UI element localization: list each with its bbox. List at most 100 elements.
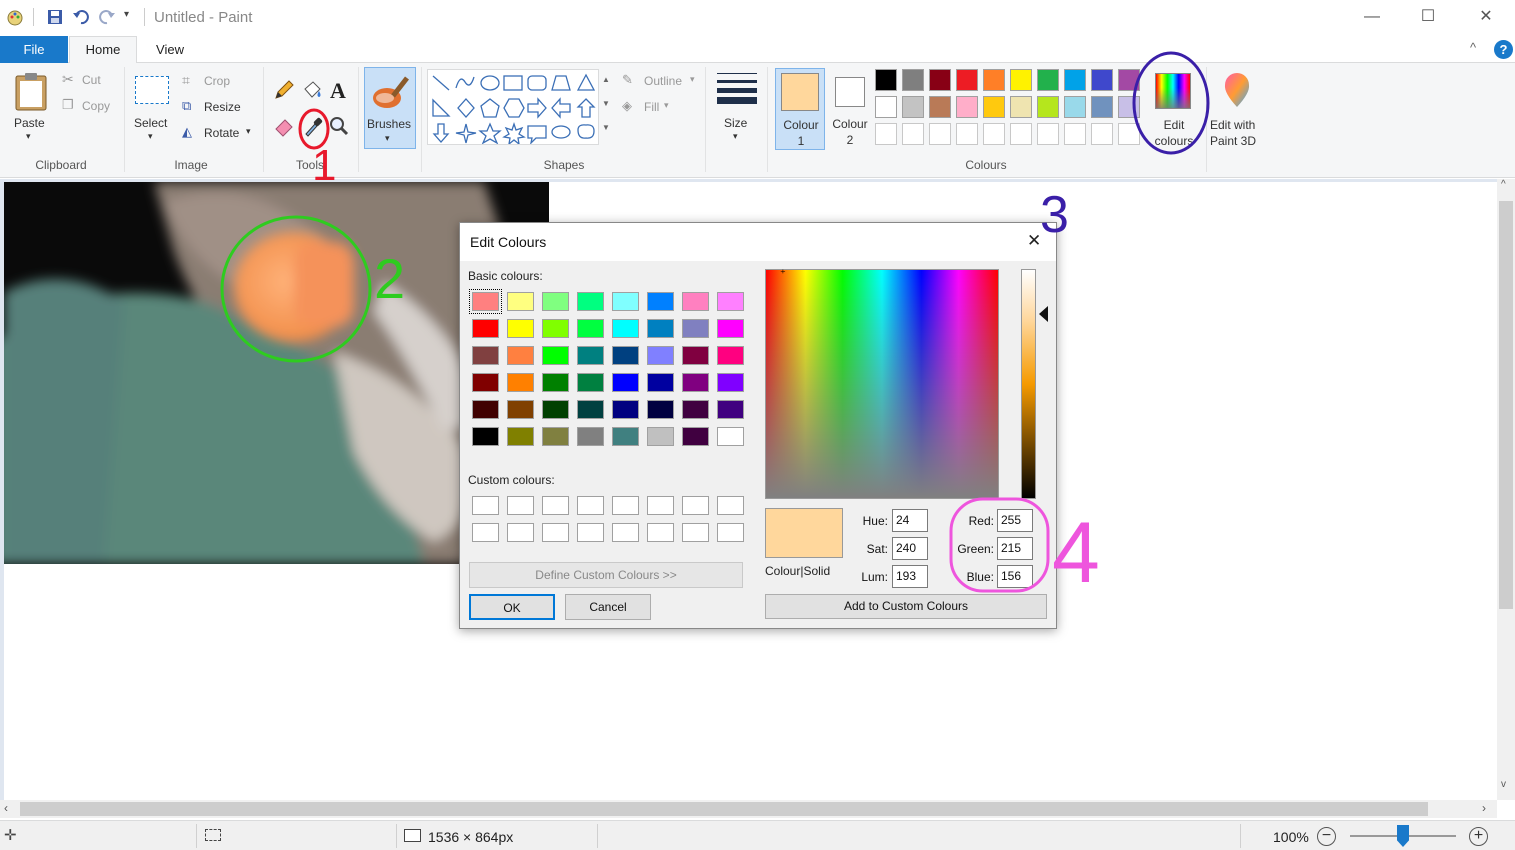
- custom-colour-swatch[interactable]: [717, 496, 744, 515]
- basic-colour-swatch[interactable]: [717, 400, 744, 419]
- horizontal-scrollbar[interactable]: ‹ ›: [0, 800, 1497, 818]
- basic-colour-swatch[interactable]: [507, 427, 534, 446]
- palette-empty-swatch[interactable]: [929, 123, 951, 145]
- basic-colour-swatch[interactable]: [577, 373, 604, 392]
- hue-input[interactable]: 24: [892, 509, 928, 532]
- dialog-close-icon[interactable]: ✕: [1027, 231, 1041, 251]
- fill-dropdown-icon[interactable]: ▾: [664, 100, 669, 111]
- palette-colour-swatch[interactable]: [1091, 96, 1113, 118]
- basic-colour-swatch[interactable]: [507, 373, 534, 392]
- basic-colour-swatch[interactable]: [472, 400, 499, 419]
- basic-colour-swatch[interactable]: [472, 346, 499, 365]
- basic-colour-swatch[interactable]: [647, 292, 674, 311]
- text-tool-icon[interactable]: A: [330, 78, 346, 104]
- basic-colour-swatch[interactable]: [682, 427, 709, 446]
- custom-colour-swatch[interactable]: [507, 496, 534, 515]
- magnifier-icon[interactable]: [329, 115, 349, 137]
- zoom-slider-thumb[interactable]: [1397, 825, 1409, 847]
- shapes-scroll[interactable]: ▲ ▼ ▼: [601, 73, 611, 141]
- scroll-right-icon[interactable]: ›: [1482, 801, 1486, 815]
- palette-empty-swatch[interactable]: [1064, 123, 1086, 145]
- basic-colour-swatch[interactable]: [577, 292, 604, 311]
- custom-colour-swatch[interactable]: [507, 523, 534, 542]
- lum-input[interactable]: 193: [892, 565, 928, 588]
- palette-colour-swatch[interactable]: [1037, 69, 1059, 91]
- basic-colour-swatch[interactable]: [577, 319, 604, 338]
- basic-colour-swatch[interactable]: [577, 346, 604, 365]
- select-dropdown-icon[interactable]: ▾: [148, 131, 153, 142]
- basic-colour-swatch[interactable]: [472, 319, 499, 338]
- basic-colour-swatch[interactable]: [647, 400, 674, 419]
- zoom-in-button[interactable]: +: [1469, 827, 1488, 846]
- custom-colour-swatch[interactable]: [682, 496, 709, 515]
- basic-colour-swatch[interactable]: [507, 319, 534, 338]
- custom-colour-swatch[interactable]: [542, 496, 569, 515]
- colour-picker-icon[interactable]: [303, 115, 323, 137]
- basic-colour-swatch[interactable]: [542, 346, 569, 365]
- vertical-scroll-thumb[interactable]: [1499, 201, 1513, 609]
- spectrum-crosshair-icon[interactable]: ⁺: [780, 267, 786, 280]
- palette-empty-swatch[interactable]: [983, 123, 1005, 145]
- shapes-gallery[interactable]: [427, 69, 599, 145]
- collapse-ribbon-icon[interactable]: ^: [1470, 40, 1476, 55]
- basic-colour-swatch[interactable]: [472, 427, 499, 446]
- shapes-icons[interactable]: [430, 72, 598, 144]
- basic-colour-swatch[interactable]: [647, 427, 674, 446]
- tab-home[interactable]: Home: [69, 36, 137, 64]
- custom-colour-swatch[interactable]: [717, 523, 744, 542]
- palette-colour-swatch[interactable]: [1010, 96, 1032, 118]
- palette-colour-swatch[interactable]: [929, 96, 951, 118]
- palette-colour-swatch[interactable]: [875, 96, 897, 118]
- eraser-icon[interactable]: [273, 115, 295, 137]
- custom-colour-swatch[interactable]: [472, 496, 499, 515]
- cancel-button[interactable]: Cancel: [565, 594, 651, 620]
- palette-empty-swatch[interactable]: [1091, 123, 1113, 145]
- shapes-scroll-down-icon[interactable]: ▼: [602, 99, 610, 108]
- rotate-dropdown-icon[interactable]: ▾: [246, 126, 251, 137]
- shapes-scroll-up-icon[interactable]: ▲: [602, 75, 610, 84]
- basic-colour-swatch[interactable]: [717, 427, 744, 446]
- tab-file[interactable]: File: [0, 36, 68, 63]
- palette-empty-swatch[interactable]: [875, 123, 897, 145]
- basic-colour-swatch[interactable]: [507, 292, 534, 311]
- basic-colour-swatch[interactable]: [612, 346, 639, 365]
- size-button[interactable]: Size ▾: [714, 69, 760, 147]
- custom-colour-swatch[interactable]: [682, 523, 709, 542]
- tab-view[interactable]: View: [140, 36, 200, 63]
- palette-colour-swatch[interactable]: [875, 69, 897, 91]
- shapes-more-icon[interactable]: ▼: [602, 123, 610, 132]
- basic-colour-swatch[interactable]: [682, 400, 709, 419]
- basic-colour-swatch[interactable]: [542, 373, 569, 392]
- basic-colour-swatch[interactable]: [647, 319, 674, 338]
- edit-colours-button[interactable]: Edit colours: [1146, 67, 1204, 151]
- edit-with-paint3d-button[interactable]: Edit with Paint 3D: [1208, 67, 1266, 151]
- luminosity-arrow-icon[interactable]: [1039, 306, 1048, 322]
- vertical-scrollbar[interactable]: ^ v: [1497, 179, 1515, 800]
- palette-colour-swatch[interactable]: [983, 69, 1005, 91]
- scroll-down-icon[interactable]: v: [1501, 779, 1506, 790]
- basic-colour-swatch[interactable]: [717, 373, 744, 392]
- basic-colour-swatch[interactable]: [507, 346, 534, 365]
- brushes-button[interactable]: Brushes ▾: [364, 67, 416, 149]
- ok-button[interactable]: OK: [469, 594, 555, 620]
- undo-icon[interactable]: [72, 8, 90, 26]
- custom-colour-swatch[interactable]: [612, 496, 639, 515]
- palette-colour-swatch[interactable]: [1064, 69, 1086, 91]
- colour-1-button[interactable]: Colour 1: [775, 68, 825, 150]
- palette-colour-swatch[interactable]: [902, 96, 924, 118]
- basic-colour-swatch[interactable]: [507, 400, 534, 419]
- palette-colour-swatch[interactable]: [1091, 69, 1113, 91]
- luminosity-slider[interactable]: [1021, 269, 1036, 499]
- fill-bucket-icon[interactable]: [301, 79, 323, 101]
- basic-colour-swatch[interactable]: [612, 400, 639, 419]
- custom-colour-swatch[interactable]: [472, 523, 499, 542]
- customize-quick-access-icon[interactable]: ▾: [124, 9, 129, 20]
- close-window-button[interactable]: ✕: [1463, 6, 1509, 28]
- basic-colour-swatch[interactable]: [542, 400, 569, 419]
- zoom-out-button[interactable]: −: [1317, 827, 1336, 846]
- maximize-button[interactable]: ☐: [1405, 6, 1451, 28]
- define-custom-colours-button[interactable]: Define Custom Colours >>: [469, 562, 743, 588]
- scroll-left-icon[interactable]: ‹: [4, 801, 8, 815]
- basic-colour-swatch[interactable]: [472, 373, 499, 392]
- basic-colour-swatch[interactable]: [577, 400, 604, 419]
